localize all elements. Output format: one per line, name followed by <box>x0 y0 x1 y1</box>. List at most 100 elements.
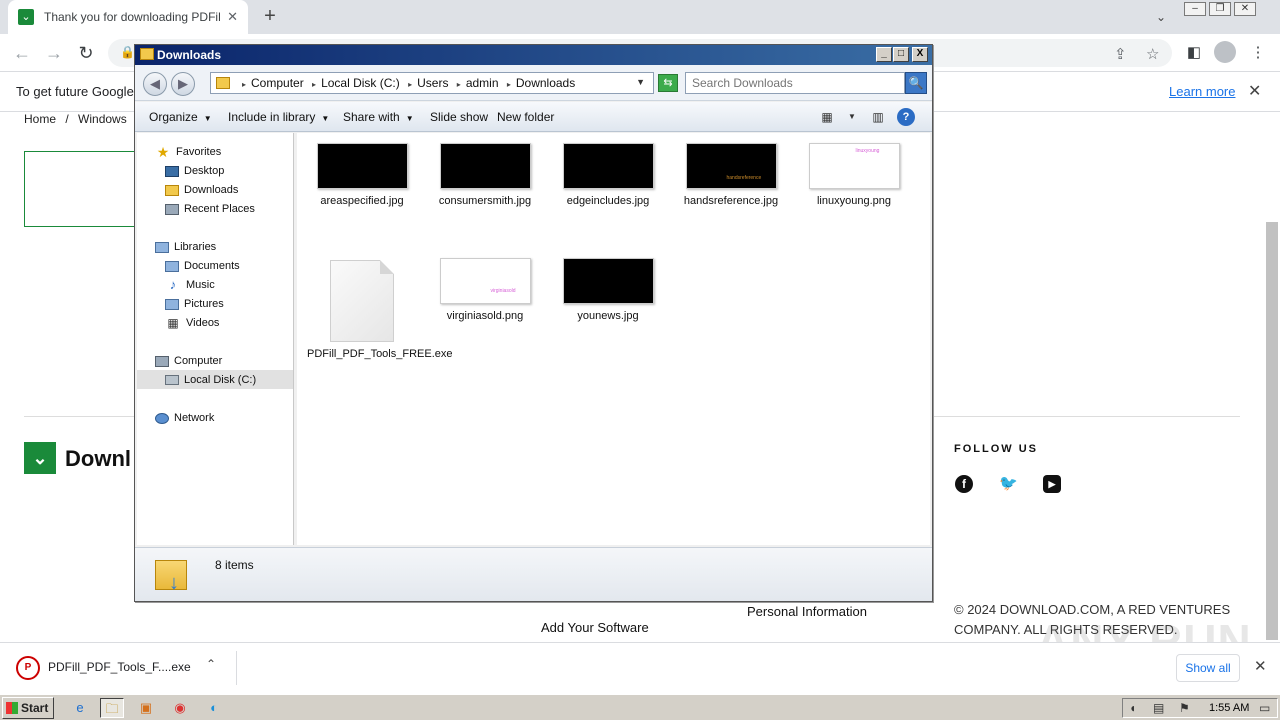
facebook-icon[interactable]: f <box>955 475 973 493</box>
address-dropdown-icon[interactable]: ▼ <box>636 77 645 87</box>
minimize-window-button[interactable]: – <box>1184 2 1206 16</box>
twitter-icon[interactable]: 🐦 <box>999 475 1018 493</box>
path-separator[interactable]: ▸ <box>242 80 246 89</box>
explorer-close-button[interactable]: X <box>912 47 928 62</box>
path-users[interactable]: Users <box>417 76 448 90</box>
slide-show-button[interactable]: Slide show <box>430 110 488 124</box>
nav-libraries-label: Libraries <box>174 241 217 253</box>
file-item[interactable]: edgeincludes.jpg <box>553 143 663 207</box>
path-local-disk[interactable]: Local Disk (C:) <box>321 76 400 90</box>
back-button[interactable]: ← <box>10 41 34 65</box>
explorer-forward-button[interactable]: ▶ <box>171 72 195 96</box>
download-bar-close-icon[interactable]: ✕ <box>1254 657 1267 675</box>
action-center-flag-icon[interactable]: ⚑ <box>1179 701 1190 715</box>
youtube-icon[interactable]: ▶ <box>1043 475 1061 493</box>
personal-information-link[interactable]: Personal Information <box>747 604 867 619</box>
path-downloads[interactable]: Downloads <box>516 76 575 90</box>
documents-icon <box>165 260 179 272</box>
show-all-button[interactable]: Show all <box>1176 654 1240 682</box>
explorer-taskbar-icon[interactable]: 🗀 <box>100 698 124 718</box>
profile-avatar[interactable] <box>1214 41 1236 63</box>
include-in-library-button[interactable]: Include in library ▼ <box>228 110 329 124</box>
file-item[interactable]: areaspecified.jpg <box>307 143 417 207</box>
explorer-address-bar[interactable]: ▸ Computer ▸ Local Disk (C:) ▸ Users ▸ admin… <box>210 72 654 94</box>
restore-window-button[interactable]: ❐ <box>1209 2 1231 16</box>
path-admin[interactable]: admin <box>466 76 499 90</box>
nav-recent-places[interactable]: Recent Places <box>165 200 255 218</box>
bookmark-star-icon[interactable]: ☆ <box>1146 45 1159 63</box>
libraries-icon <box>155 241 169 253</box>
new-tab-button[interactable]: + <box>258 4 282 28</box>
file-item[interactable]: consumersmith.jpg <box>430 143 540 207</box>
explorer-titlebar[interactable]: Downloads _ □ X <box>135 45 932 65</box>
file-item[interactable]: linuxyoung linuxyoung.png <box>799 143 909 207</box>
path-separator[interactable]: ▸ <box>312 80 316 89</box>
path-computer[interactable]: Computer <box>251 76 304 90</box>
nav-music[interactable]: ♪ Music <box>165 276 215 294</box>
nav-local-disk[interactable]: Local Disk (C:) <box>137 370 293 389</box>
file-name: PDFill_PDF_Tools_FREE.exe <box>307 348 453 360</box>
explorer-back-button[interactable]: ◀ <box>143 72 167 96</box>
file-item[interactable]: PDFill_PDF_Tools_FREE.exe <box>307 260 453 360</box>
infobar-close-icon[interactable]: ✕ <box>1248 81 1261 101</box>
file-item[interactable]: virginiasold virginiasold.png <box>430 258 540 322</box>
search-icon[interactable]: 🔍 <box>905 72 927 94</box>
path-separator[interactable]: ▸ <box>457 80 461 89</box>
nav-pictures[interactable]: Pictures <box>165 295 224 313</box>
explorer-minimize-button[interactable]: _ <box>876 47 892 62</box>
chrome-taskbar-icon[interactable]: ◉ <box>168 698 192 718</box>
explorer-maximize-button[interactable]: □ <box>893 47 909 62</box>
nav-libraries[interactable]: Libraries <box>155 238 216 256</box>
path-separator[interactable]: ▸ <box>408 80 412 89</box>
file-item[interactable]: younews.jpg <box>553 258 663 322</box>
refresh-icon[interactable]: ⇆ <box>658 74 678 92</box>
dropdown-arrow-icon: ▼ <box>321 114 330 123</box>
edge-taskbar-icon[interactable]: ◐ <box>202 698 226 718</box>
nav-documents-label: Documents <box>184 260 240 272</box>
search-input[interactable] <box>685 72 905 94</box>
share-with-button[interactable]: Share with ▼ <box>343 110 414 124</box>
browser-tab[interactable]: ⌄ Thank you for downloading PDFill Fr ✕ <box>8 0 248 34</box>
reload-button[interactable]: ↻ <box>74 41 98 65</box>
start-button[interactable]: Start <box>2 697 54 719</box>
download-filename[interactable]: PDFill_PDF_Tools_F....exe <box>48 660 191 674</box>
file-item[interactable]: handsreference handsreference.jpg <box>676 143 786 207</box>
site-name[interactable]: Downl <box>65 446 131 472</box>
side-panel-icon[interactable]: ◧ <box>1184 43 1204 63</box>
tab-search-chevron-icon[interactable]: ⌄ <box>1150 6 1172 28</box>
clock[interactable]: 1:55 AM <box>1209 702 1249 714</box>
organize-button[interactable]: Organize ▼ <box>149 110 212 124</box>
breadcrumb-home[interactable]: Home <box>24 112 56 126</box>
forward-button[interactable]: → <box>42 41 66 65</box>
nav-downloads[interactable]: Downloads <box>165 181 238 199</box>
add-your-software-link[interactable]: Add Your Software <box>541 620 649 635</box>
volume-icon[interactable]: ◖ <box>1129 701 1136 715</box>
view-dropdown-icon[interactable]: ▼ <box>843 108 861 126</box>
nav-desktop-label: Desktop <box>184 165 225 177</box>
tab-close-icon[interactable]: ✕ <box>227 9 238 25</box>
nav-documents[interactable]: Documents <box>165 257 240 275</box>
path-separator[interactable]: ▸ <box>507 80 511 89</box>
show-desktop-icon[interactable]: ▭ <box>1259 701 1270 715</box>
internet-explorer-icon[interactable]: e <box>68 698 92 718</box>
media-player-icon[interactable]: ▣ <box>134 698 158 718</box>
page-scrollbar[interactable] <box>1266 222 1278 640</box>
learn-more-link[interactable]: Learn more <box>1169 84 1235 99</box>
share-icon[interactable]: ⇪ <box>1114 45 1127 63</box>
help-icon[interactable]: ? <box>897 108 915 126</box>
close-window-button[interactable]: ✕ <box>1234 2 1256 16</box>
change-view-icon[interactable]: ▦ <box>818 108 836 126</box>
nav-network[interactable]: Network <box>155 409 214 427</box>
chrome-menu-icon[interactable]: ⋮ <box>1248 43 1268 63</box>
nav-videos[interactable]: ▦ Videos <box>165 314 219 332</box>
network-tray-icon[interactable]: ▤ <box>1153 701 1164 715</box>
lock-icon[interactable]: 🔒 <box>120 45 135 59</box>
breadcrumb-windows[interactable]: Windows <box>78 112 127 126</box>
nav-favorites[interactable]: ★ Favorites <box>155 143 222 161</box>
preview-pane-icon[interactable]: ▥ <box>869 108 887 126</box>
nav-computer[interactable]: Computer <box>155 352 222 370</box>
new-folder-button[interactable]: New folder <box>497 110 554 124</box>
nav-desktop[interactable]: Desktop <box>165 162 224 180</box>
download-com-logo-icon[interactable]: ⌄ <box>24 442 56 474</box>
chevron-up-icon[interactable]: ⌃ <box>206 657 216 671</box>
